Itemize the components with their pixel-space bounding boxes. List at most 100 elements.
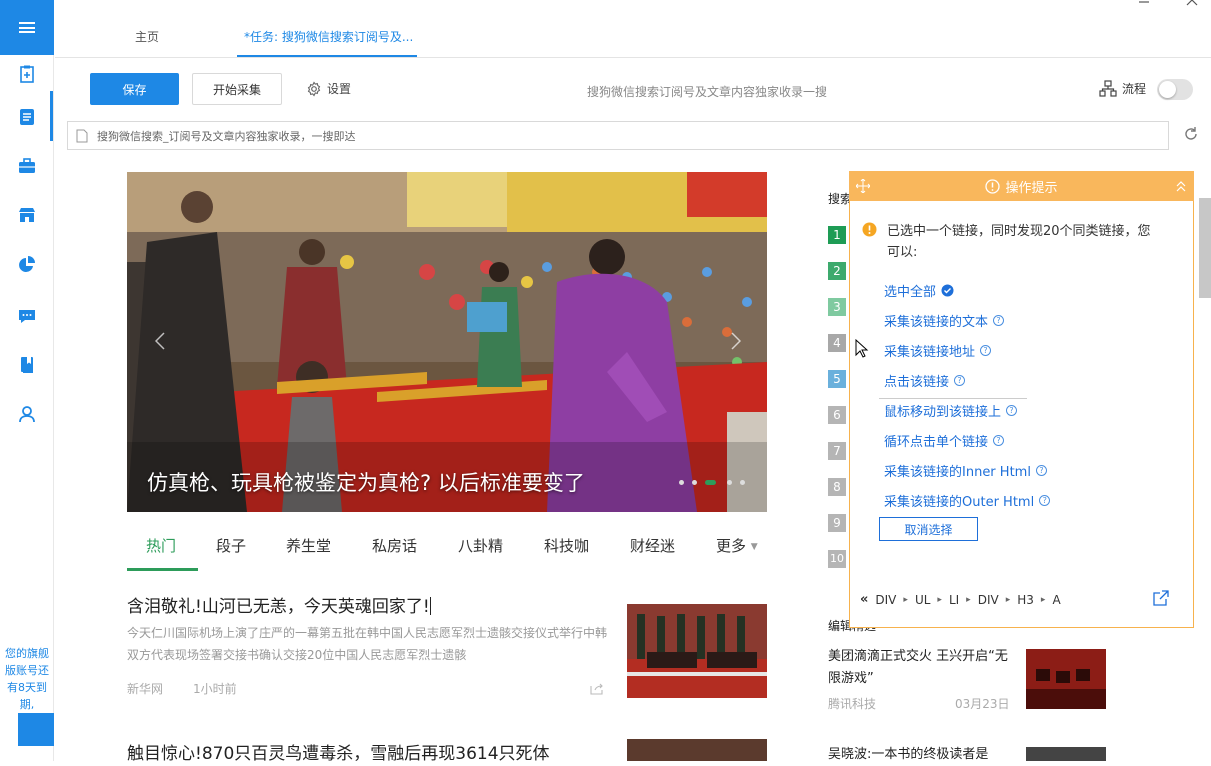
flow-toggle-label[interactable]: 流程	[1099, 80, 1146, 97]
carousel-dot[interactable]	[727, 480, 732, 485]
promo-button[interactable]	[18, 713, 54, 746]
side-news-title[interactable]: 美团滴滴正式交火 王兴开启“无限游戏”	[828, 646, 1018, 690]
tips-header[interactable]: 操作提示	[849, 171, 1194, 201]
side-news-title[interactable]: 吴晓波:一本书的终极读者是	[828, 744, 1018, 766]
chat-icon	[19, 310, 35, 323]
help-icon[interactable]: ?	[1035, 465, 1047, 476]
breadcrumb-item[interactable]: H3	[1017, 593, 1034, 607]
minimize-icon[interactable]	[1138, 0, 1150, 6]
article-title[interactable]: 含泪敬礼!山河已无恙，今天英魂回家了!	[127, 592, 431, 617]
expiry-notice[interactable]: 您的旗舰版账号还有8天到期,	[0, 645, 54, 713]
refresh-icon[interactable]	[1183, 126, 1199, 142]
page-icon	[76, 129, 88, 142]
sidebar-item-market[interactable]	[0, 201, 54, 229]
hover-link-link[interactable]: 鼠标移动到该链接上?	[884, 401, 1018, 420]
breadcrumb-item[interactable]: DIV	[875, 593, 896, 607]
help-icon[interactable]: ?	[993, 435, 1005, 446]
drag-handle-icon[interactable]	[856, 179, 870, 193]
category-hot[interactable]: 热门	[146, 535, 176, 556]
category-private[interactable]: 私房话	[372, 535, 417, 556]
carousel-prev-icon[interactable]	[155, 332, 165, 350]
loop-click-label: 循环点击单个链接	[884, 435, 989, 450]
tips-message: 已选中一个链接，同时发现20个同类链接，您可以:	[887, 224, 1151, 260]
share-icon[interactable]	[590, 682, 604, 695]
article-source: 新华网	[127, 682, 164, 696]
mouse-cursor-icon	[855, 339, 869, 358]
hero-caption[interactable]: 仿真枪、玩具枪被鉴定为真枪? 以后标准要变了	[147, 467, 585, 497]
category-more[interactable]: 更多 ▼	[716, 535, 758, 556]
warning-icon	[862, 222, 877, 237]
collect-inner-html-link[interactable]: 采集该链接的Inner Html?	[884, 461, 1047, 480]
article-summary: 今天仁川国际机场上演了庄严的一幕第五批在韩中国人民志愿军烈士遗骸交接仪式举行中韩…	[127, 626, 607, 662]
collect-text-label: 采集该链接的文本	[884, 315, 989, 330]
article-thumbnail[interactable]	[627, 739, 767, 761]
category-tech[interactable]: 科技咖	[544, 535, 589, 556]
help-icon[interactable]: ?	[1039, 495, 1051, 506]
tab-home[interactable]: 主页	[135, 28, 159, 45]
carousel-dot[interactable]	[740, 480, 745, 485]
category-finance[interactable]: 财经迷	[630, 535, 675, 556]
breadcrumb-item[interactable]: LI	[949, 593, 959, 607]
article-title-text: 含泪敬礼!山河已无恙，今天英魂回家了!	[127, 597, 430, 617]
collect-text-link[interactable]: 采集该链接的文本?	[884, 311, 1005, 330]
rank-badge: 10	[828, 550, 846, 568]
carousel-next-icon[interactable]	[731, 332, 741, 350]
select-all-link[interactable]: 选中全部	[884, 281, 954, 300]
close-icon[interactable]	[1186, 0, 1198, 6]
page-url-field[interactable]: 搜狗微信搜索_订阅号及文章内容独家收录，一搜即达	[67, 121, 1169, 150]
hero-image[interactable]	[127, 172, 767, 512]
sidebar-item-messages[interactable]	[0, 302, 54, 330]
article-title[interactable]: 触目惊心!870只百灵鸟遭毒杀，雪融后再现3614只死体	[127, 739, 550, 764]
external-link-icon[interactable]	[1153, 590, 1169, 606]
flow-toggle[interactable]	[1157, 79, 1193, 100]
category-active-indicator	[127, 568, 198, 571]
hover-link-label: 鼠标移动到该链接上	[884, 405, 1002, 420]
help-icon[interactable]: ?	[980, 345, 992, 356]
breadcrumb-item[interactable]: A	[1052, 593, 1060, 607]
category-jokes[interactable]: 段子	[216, 535, 246, 556]
sidebar-item-tasks[interactable]	[0, 103, 54, 131]
save-button[interactable]: 保存	[90, 73, 179, 105]
category-gossip[interactable]: 八卦精	[458, 535, 503, 556]
article-thumbnail[interactable]	[627, 604, 767, 698]
rank-badge: 7	[828, 442, 846, 460]
chevron-down-icon: ▼	[750, 542, 758, 552]
collect-outer-html-label: 采集该链接的Outer Html	[884, 495, 1035, 510]
carousel-dot[interactable]	[692, 480, 697, 485]
collapse-icon[interactable]	[1176, 180, 1186, 192]
document-icon	[20, 109, 34, 125]
cancel-selection-button[interactable]: 取消选择	[879, 517, 978, 541]
settings-button[interactable]: 设置	[306, 80, 351, 97]
sidebar-item-account[interactable]	[0, 400, 54, 428]
side-news-thumbnail[interactable]	[1026, 649, 1106, 709]
collect-url-label: 采集该链接地址	[884, 345, 976, 360]
side-news-thumbnail[interactable]	[1026, 747, 1106, 761]
double-chevron-left-icon[interactable]: «	[860, 592, 868, 607]
sidebar-item-data[interactable]	[0, 251, 54, 279]
start-collect-button[interactable]: 开始采集	[192, 73, 282, 105]
help-icon[interactable]: ?	[954, 375, 966, 386]
sidebar-item-tutorial[interactable]	[0, 351, 54, 379]
click-link-link[interactable]: 点击该链接?	[884, 371, 966, 390]
tab-task[interactable]: *任务: 搜狗微信搜索订阅号及...	[244, 28, 413, 45]
collect-url-link[interactable]: 采集该链接地址?	[884, 341, 992, 360]
carousel-dot-active[interactable]	[705, 480, 716, 485]
collect-inner-html-label: 采集该链接的Inner Html	[884, 465, 1031, 480]
breadcrumb-item[interactable]: UL	[915, 593, 930, 607]
sidebar-item-new-task[interactable]	[0, 60, 54, 88]
help-icon[interactable]: ?	[1006, 405, 1018, 416]
task-description: 搜狗微信搜索订阅号及文章内容独家收录一搜	[587, 85, 828, 99]
loop-click-link[interactable]: 循环点击单个链接?	[884, 431, 1005, 450]
category-health[interactable]: 养生堂	[286, 535, 331, 556]
help-icon[interactable]: ?	[993, 315, 1005, 326]
page-scrollbar[interactable]	[1199, 198, 1211, 298]
carousel-dot[interactable]	[679, 480, 684, 485]
menu-button[interactable]	[0, 0, 54, 55]
breadcrumb-item[interactable]: DIV	[978, 593, 999, 607]
rank-badge: 4	[828, 334, 846, 352]
collect-outer-html-link[interactable]: 采集该链接的Outer Html?	[884, 491, 1051, 510]
rank-badge: 2	[828, 262, 846, 280]
breadcrumb-separator-icon: ▸	[937, 594, 942, 605]
hero-photo	[127, 172, 767, 512]
sidebar-item-toolbox[interactable]	[0, 152, 54, 180]
